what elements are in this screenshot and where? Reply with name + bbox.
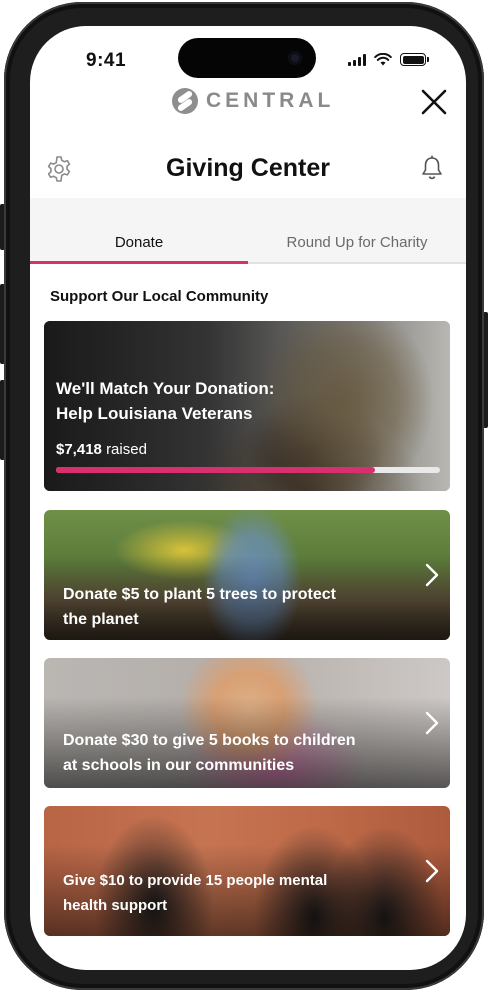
- campaign-title-trees: Donate $5 to plant 5 trees to protect th…: [63, 582, 393, 632]
- cellular-signal-icon: [348, 53, 366, 66]
- donation-progress-bar: [56, 467, 440, 473]
- screen: 9:41 CENTRAL Giving Center Donate Round …: [30, 26, 466, 970]
- phone-frame: 9:41 CENTRAL Giving Center Donate Round …: [4, 2, 484, 990]
- campaign-title-line1: Donate $5 to plant 5 trees to protect: [63, 586, 336, 603]
- raised-amount-value: $7,418: [56, 441, 102, 458]
- camera: [288, 51, 302, 65]
- brand-logo-group: CENTRAL: [172, 88, 334, 114]
- wifi-icon: [374, 53, 392, 66]
- page-header: Giving Center: [30, 144, 466, 196]
- campaign-title-books: Donate $30 to give 5 books to children a…: [63, 728, 403, 778]
- campaign-title-mental-health: Give $10 to provide 15 people mental hea…: [63, 868, 363, 918]
- campaign-title-line1: Donate $30 to give 5 books to children: [63, 732, 356, 749]
- featured-title-line1: We'll Match Your Donation:: [56, 379, 275, 398]
- dynamic-island: [178, 38, 316, 78]
- brand-bar: CENTRAL: [30, 84, 466, 124]
- campaign-title-line2: health support: [63, 897, 168, 914]
- campaign-card-trees[interactable]: Donate $5 to plant 5 trees to protect th…: [44, 510, 450, 640]
- campaign-card-books[interactable]: Donate $30 to give 5 books to children a…: [44, 658, 450, 788]
- featured-title-line2: Help Louisiana Veterans: [56, 404, 253, 423]
- campaign-title-line2: the planet: [63, 611, 139, 628]
- raised-label: raised: [106, 441, 147, 458]
- campaign-title-line1: Give $10 to provide 15 people mental: [63, 872, 328, 889]
- bell-icon[interactable]: [420, 155, 444, 181]
- section-title: Support Our Local Community: [50, 288, 269, 305]
- central-logo-icon: [172, 88, 198, 114]
- status-icons: [348, 53, 429, 66]
- status-time: 9:41: [86, 50, 127, 71]
- featured-campaign-title: We'll Match Your Donation: Help Louisian…: [56, 376, 336, 426]
- chevron-right-icon[interactable]: [422, 561, 442, 589]
- tab-divider: [248, 262, 466, 264]
- chevron-right-icon[interactable]: [422, 709, 442, 737]
- featured-campaign-card[interactable]: We'll Match Your Donation: Help Louisian…: [44, 321, 450, 491]
- close-icon[interactable]: [418, 86, 450, 118]
- battery-icon: [400, 53, 429, 66]
- tab-bar: Donate Round Up for Charity: [30, 198, 466, 264]
- campaign-card-mental-health[interactable]: Give $10 to provide 15 people mental hea…: [44, 806, 450, 936]
- raised-amount: $7,418 raised: [56, 441, 147, 458]
- donation-progress-fill: [56, 467, 375, 473]
- tab-donate[interactable]: Donate: [30, 234, 248, 251]
- tab-round-up-for-charity[interactable]: Round Up for Charity: [248, 234, 466, 251]
- status-bar: 9:41: [30, 26, 466, 90]
- brand-name: CENTRAL: [206, 89, 335, 112]
- chevron-right-icon[interactable]: [422, 857, 442, 885]
- active-tab-indicator: [30, 261, 248, 264]
- campaign-title-line2: at schools in our communities: [63, 757, 295, 774]
- page-title: Giving Center: [166, 154, 330, 182]
